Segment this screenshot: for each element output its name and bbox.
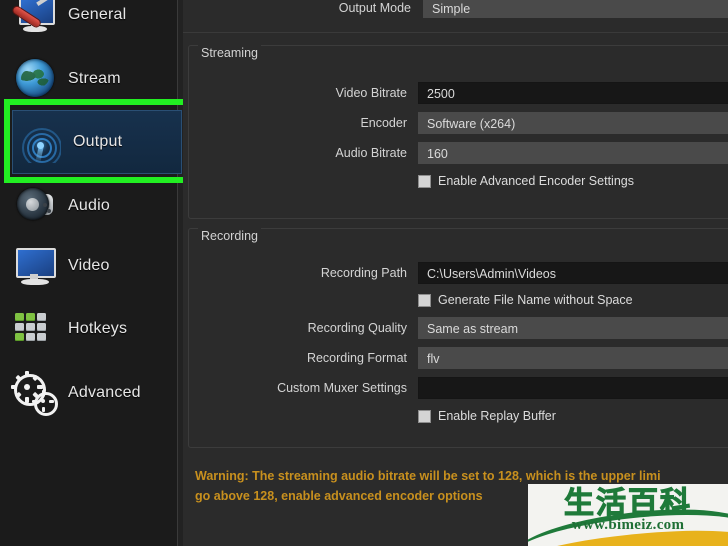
sidebar-item-label: Audio <box>68 197 110 214</box>
output-mode-label: Output Mode <box>338 1 411 15</box>
video-bitrate-input[interactable]: 2500 <box>418 82 728 104</box>
recording-group-title: Recording <box>198 228 261 244</box>
gears-icon <box>11 370 58 416</box>
panel-divider <box>183 32 728 33</box>
recording-path-input[interactable]: C:\Users\Admin\Videos <box>418 262 728 284</box>
custom-muxer-input[interactable] <box>418 377 728 399</box>
custom-muxer-row: Custom Muxer Settings <box>189 377 728 399</box>
encoder-combobox[interactable]: Software (x264) <box>418 112 728 134</box>
site-watermark: 生活百科 www.bimeiz.com <box>528 484 728 546</box>
custom-muxer-label: Custom Muxer Settings <box>277 381 407 395</box>
audio-bitrate-label: Audio Bitrate <box>335 146 407 160</box>
sidebar-item-video[interactable]: Video <box>8 239 168 293</box>
output-mode-row: Output Mode Simple <box>183 0 728 28</box>
watermark-url: www.bimeiz.com <box>571 517 685 533</box>
generate-no-space-label: Generate File Name without Space <box>438 293 633 307</box>
video-bitrate-row: Video Bitrate 2500 <box>189 82 728 104</box>
sidebar-item-stream[interactable]: Stream <box>8 52 168 106</box>
generate-no-space-checkbox-row[interactable]: Generate File Name without Space <box>418 290 633 310</box>
recording-format-combobox[interactable]: flv <box>418 347 728 369</box>
sidebar-item-label: Output <box>73 133 123 150</box>
streaming-group-title: Streaming <box>198 45 261 61</box>
keyboard-keys-icon <box>12 306 58 352</box>
monitor-icon <box>12 243 58 289</box>
encoder-row: Encoder Software (x264) <box>189 112 728 134</box>
output-settings-panel: Output Mode Simple Streaming Video Bitra… <box>183 0 728 546</box>
warning-line-1: Warning: The streaming audio bitrate wil… <box>195 469 661 483</box>
sidebar-item-output[interactable]: Output <box>12 110 182 174</box>
sidebar-item-audio[interactable]: Audio <box>8 179 168 233</box>
recording-quality-label: Recording Quality <box>307 321 407 335</box>
sidebar-item-advanced[interactable]: Advanced <box>8 366 168 420</box>
video-bitrate-label: Video Bitrate <box>335 86 407 100</box>
settings-sidebar: General Stream Output Audio Video Hotkey… <box>0 0 182 546</box>
sidebar-item-label: General <box>68 6 127 23</box>
advanced-encoder-checkbox[interactable] <box>418 174 431 188</box>
advanced-encoder-checkbox-row[interactable]: Enable Advanced Encoder Settings <box>418 171 634 191</box>
replay-buffer-label: Enable Replay Buffer <box>438 409 556 423</box>
replay-buffer-checkbox[interactable] <box>418 409 431 423</box>
obs-settings-window: General Stream Output Audio Video Hotkey… <box>0 0 728 546</box>
generate-no-space-checkbox[interactable] <box>418 293 431 307</box>
globe-icon <box>12 56 58 102</box>
advanced-encoder-label: Enable Advanced Encoder Settings <box>438 174 634 188</box>
replay-buffer-checkbox-row[interactable]: Enable Replay Buffer <box>418 406 556 426</box>
sidebar-item-label: Video <box>68 257 110 274</box>
radar-broadcast-icon <box>17 119 63 165</box>
recording-group: Recording Recording Path C:\Users\Admin\… <box>188 228 728 448</box>
audio-bitrate-row: Audio Bitrate 160 <box>189 142 728 164</box>
recording-quality-row: Recording Quality Same as stream <box>189 317 728 339</box>
audio-bitrate-combobox[interactable]: 160 <box>418 142 728 164</box>
sidebar-item-label: Advanced <box>68 384 141 401</box>
recording-format-row: Recording Format flv <box>189 347 728 369</box>
general-settings-icon <box>12 0 58 38</box>
streaming-group: Streaming Video Bitrate 2500 Encoder Sof… <box>188 45 728 219</box>
speaker-icon <box>12 183 58 229</box>
output-mode-combobox[interactable]: Simple <box>423 0 728 18</box>
sidebar-item-hotkeys[interactable]: Hotkeys <box>8 302 168 356</box>
sidebar-item-general[interactable]: General <box>8 0 168 42</box>
sidebar-item-label: Stream <box>68 70 121 87</box>
recording-quality-combobox[interactable]: Same as stream <box>418 317 728 339</box>
recording-path-label: Recording Path <box>320 266 407 280</box>
recording-format-label: Recording Format <box>306 351 407 365</box>
recording-path-row: Recording Path C:\Users\Admin\Videos <box>189 262 728 284</box>
encoder-label: Encoder <box>360 116 407 130</box>
sidebar-item-label: Hotkeys <box>68 320 128 337</box>
